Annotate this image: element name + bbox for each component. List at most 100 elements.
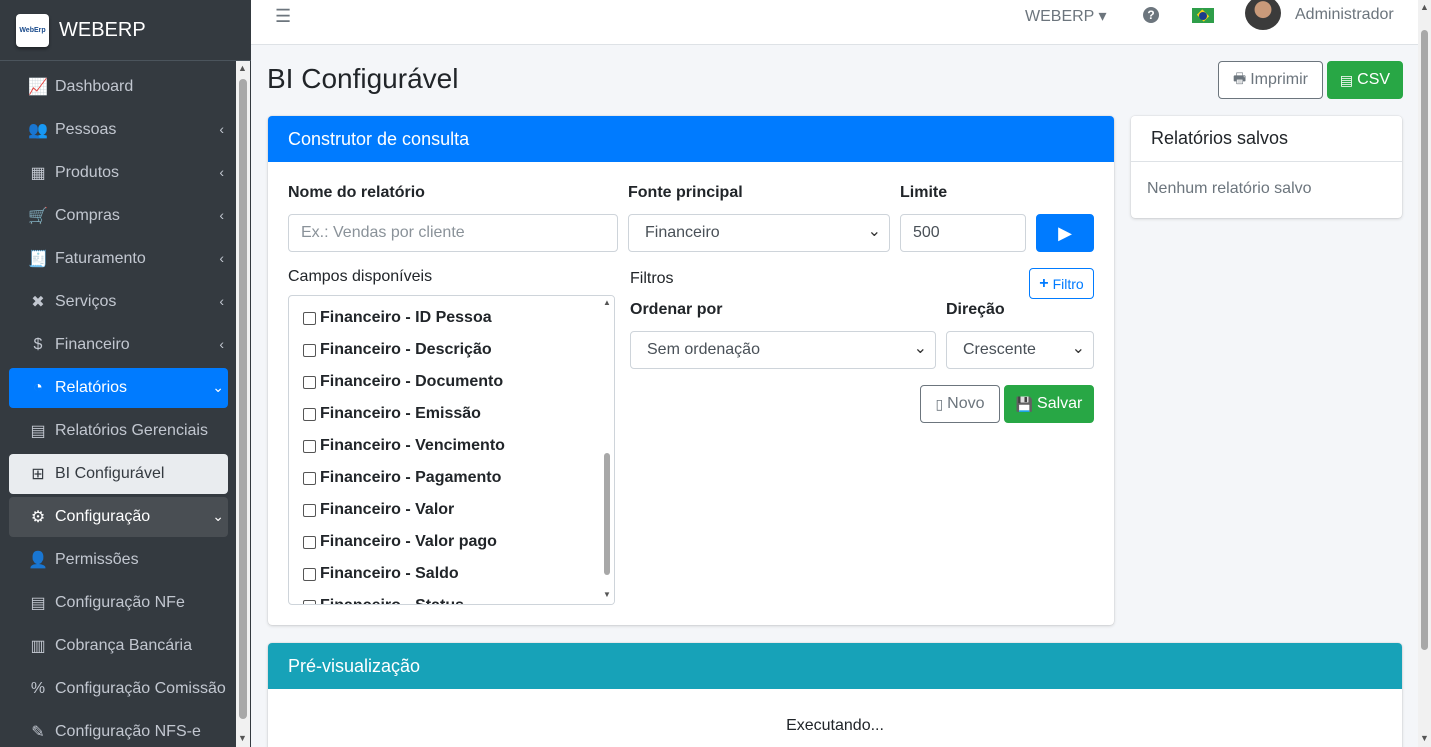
sidebar-item-faturamento[interactable]: 🧾 Faturamento ‹: [9, 239, 228, 279]
save-button[interactable]: 💾 Salvar: [1004, 385, 1094, 423]
fields-list[interactable]: Financeiro - ID Pessoa Financeiro - Descr…: [288, 295, 615, 605]
sidebar-item-bi-configuravel[interactable]: ⊞ BI Configurável: [9, 454, 228, 494]
sidebar-scroll-thumb[interactable]: [239, 79, 247, 719]
field-option[interactable]: Financeiro - ID Pessoa: [303, 307, 492, 329]
sidebar-scrollbar[interactable]: ▲ ▼: [236, 61, 250, 747]
field-checkbox[interactable]: [303, 311, 316, 325]
sidebar-item-label: Permissões: [55, 551, 139, 568]
scroll-down-icon[interactable]: ▼: [238, 733, 247, 743]
csv-button[interactable]: ▤ CSV: [1327, 61, 1403, 99]
field-option[interactable]: Financeiro - Pagamento: [303, 467, 501, 489]
order-select[interactable]: Sem ordenação: [630, 331, 936, 369]
sidebar-item-compras[interactable]: 🛒 Compras ‹: [9, 196, 228, 236]
field-option[interactable]: Financeiro - Valor pago: [303, 531, 497, 553]
percent-icon: %: [30, 680, 46, 697]
field-option[interactable]: Financeiro - Descrição: [303, 339, 492, 361]
sidebar-item-configuracao-nfe[interactable]: ▤ Configuração NFe: [9, 583, 228, 623]
limit-input[interactable]: 500: [900, 214, 1026, 252]
user-menu[interactable]: Administrador: [1295, 6, 1394, 24]
run-button[interactable]: ▶: [1036, 214, 1094, 252]
hand-holding-dollar-icon: $: [33, 336, 43, 353]
field-label: Financeiro - Pagamento: [320, 469, 502, 486]
sidebar-item-cobranca-bancaria[interactable]: ▥ Cobrança Bancária: [9, 626, 228, 666]
report-name-label: Nome do relatório: [288, 184, 425, 201]
chevron-left-icon: ‹: [219, 121, 224, 137]
field-checkbox[interactable]: [303, 599, 316, 604]
field-option[interactable]: Financeiro - Status: [303, 595, 464, 604]
brazil-flag-icon[interactable]: [1192, 8, 1214, 23]
print-button[interactable]: 🖶 Imprimir: [1218, 61, 1323, 99]
scroll-down-icon[interactable]: ▼: [603, 590, 611, 599]
sidebar-item-label: BI Configurável: [55, 465, 165, 482]
field-label: Financeiro - Status: [320, 597, 464, 604]
sidebar-item-label: Configuração: [55, 508, 151, 525]
preview-status: Executando...: [786, 717, 884, 734]
field-option[interactable]: Financeiro - Documento: [303, 371, 503, 393]
sidebar-item-label: Dashboard: [55, 78, 134, 95]
main-scroll-thumb[interactable]: [1421, 30, 1428, 650]
play-icon: ▶: [1058, 222, 1072, 243]
sidebar-item-relatorios[interactable]: ◔ Relatórios ⌄: [9, 368, 228, 408]
field-option[interactable]: Financeiro - Saldo: [303, 563, 459, 585]
new-button[interactable]: ▯ Novo: [920, 385, 1000, 423]
sidebar-item-configuracao-comissao[interactable]: % Configuração Comissão: [9, 669, 228, 709]
field-option[interactable]: Financeiro - Emissão: [303, 403, 481, 425]
sidebar-item-produtos[interactable]: ▦ Produtos ‹: [9, 153, 228, 193]
field-checkbox[interactable]: [303, 375, 316, 389]
scroll-up-icon[interactable]: ▲: [1420, 2, 1429, 12]
source-select[interactable]: Financeiro: [628, 214, 890, 252]
field-label: Financeiro - Saldo: [320, 565, 459, 582]
sidebar-item-pessoas[interactable]: 👥 Pessoas ‹: [9, 110, 228, 150]
chevron-left-icon: ‹: [219, 164, 224, 180]
fields-scrollbar[interactable]: ▲ ▼: [600, 296, 614, 604]
field-checkbox[interactable]: [303, 439, 316, 453]
avatar[interactable]: [1245, 0, 1281, 30]
saved-reports-card: Relatórios salvos Nenhum relatório salvo: [1131, 116, 1402, 218]
main-scrollbar[interactable]: ▲ ▼: [1418, 0, 1431, 747]
sidebar-item-configuracao[interactable]: ⚙ Configuração ⌄: [9, 497, 228, 537]
report-name-input[interactable]: Ex.: Vendas por cliente: [288, 214, 618, 252]
file-csv-icon: ▤: [1339, 71, 1354, 88]
field-checkbox[interactable]: [303, 471, 316, 485]
sidebar-item-label: Cobrança Bancária: [55, 637, 192, 654]
sidebar-item-dashboard[interactable]: 📈 Dashboard: [9, 67, 228, 107]
scroll-up-icon[interactable]: ▲: [603, 298, 611, 307]
preview-header: Pré-visualização: [268, 643, 1402, 689]
sidebar-item-relatorios-gerenciais[interactable]: ▤ Relatórios Gerenciais: [9, 411, 228, 451]
topbar: ☰ WEBERP ▾ ? Administrador: [251, 0, 1418, 45]
fields-scroll-thumb[interactable]: [604, 453, 610, 575]
plus-icon: +: [1039, 274, 1049, 292]
sidebar-item-financeiro[interactable]: $ Financeiro ‹: [9, 325, 228, 365]
sidebar-item-configuracao-nfs-e[interactable]: ✎ Configuração NFS-e: [9, 712, 228, 747]
sidebar-item-label: Compras: [55, 207, 120, 224]
pie-chart-icon: ◔: [33, 379, 43, 396]
sidebar-item-permissoes[interactable]: 👤 Permissões: [9, 540, 228, 580]
field-option[interactable]: Financeiro - Valor: [303, 499, 454, 521]
sidebar-nav: 📈 Dashboard 👥 Pessoas ‹ ▦ Produtos ‹ 🛒 Compras ‹ 🧾 F…: [9, 67, 228, 747]
field-checkbox[interactable]: [303, 407, 316, 421]
field-checkbox[interactable]: [303, 535, 316, 549]
file-invoice-icon: ▤: [30, 595, 46, 612]
file-icon: ▯: [935, 395, 944, 412]
scroll-down-icon[interactable]: ▼: [1420, 733, 1429, 743]
chart-line-icon: 📈: [28, 79, 48, 96]
field-label: Financeiro - Documento: [320, 373, 504, 390]
direction-label: Direção: [946, 301, 1005, 318]
company-dropdown[interactable]: WEBERP ▾: [1025, 6, 1107, 26]
brand[interactable]: WebErp WEBERP: [0, 0, 251, 61]
sidebar: WebErp WEBERP 📈 Dashboard 👥 Pessoas ‹ ▦ Produt…: [0, 0, 251, 747]
help-icon[interactable]: ?: [1143, 7, 1159, 23]
sidebar-item-label: Faturamento: [55, 250, 146, 267]
direction-select[interactable]: Crescente: [946, 331, 1094, 369]
chevron-down-icon: ⌄: [212, 508, 224, 524]
add-filter-button[interactable]: + Filtro: [1029, 268, 1094, 299]
field-checkbox[interactable]: [303, 567, 316, 581]
field-option[interactable]: Financeiro - Vencimento: [303, 435, 505, 457]
sidebar-item-servicos[interactable]: ✖ Serviços ‹: [9, 282, 228, 322]
hamburger-menu-icon[interactable]: ☰: [275, 6, 291, 27]
query-builder-header: Construtor de consulta: [268, 116, 1114, 162]
scroll-up-icon[interactable]: ▲: [238, 63, 247, 73]
chevron-left-icon: ‹: [219, 336, 224, 352]
field-checkbox[interactable]: [303, 503, 316, 517]
field-checkbox[interactable]: [303, 343, 316, 357]
